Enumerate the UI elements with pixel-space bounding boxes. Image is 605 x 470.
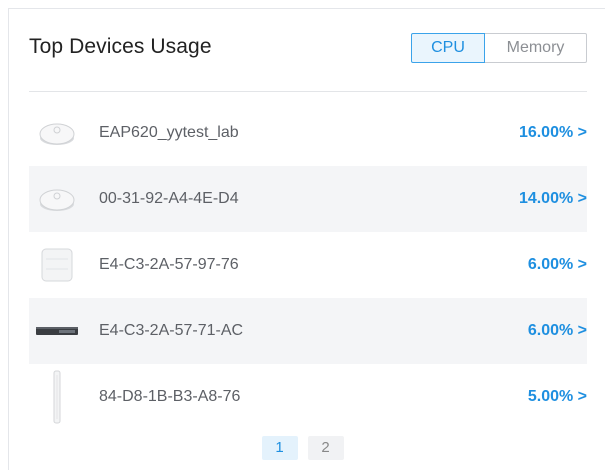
outdoor-ap-icon <box>33 370 81 424</box>
device-row[interactable]: E4-C3-2A-57-97-76 6.00% > <box>29 232 587 298</box>
usage-value[interactable]: 14.00% > <box>519 190 587 208</box>
usage-value[interactable]: 6.00% > <box>528 256 587 274</box>
square-ap-icon <box>33 241 81 289</box>
metric-toggle: CPU Memory <box>411 33 587 63</box>
usage-value[interactable]: 6.00% > <box>528 322 587 340</box>
page-button-1[interactable]: 1 <box>261 436 298 460</box>
card-header: Top Devices Usage CPU Memory <box>29 31 587 92</box>
card-title: Top Devices Usage <box>29 35 212 58</box>
device-row[interactable]: 00-31-92-A4-4E-D4 14.00% > <box>29 166 587 232</box>
usage-value[interactable]: 5.00% > <box>528 388 587 406</box>
device-name: E4-C3-2A-57-97-76 <box>99 256 239 273</box>
device-name: EAP620_yytest_lab <box>99 124 239 141</box>
device-name: E4-C3-2A-57-71-AC <box>99 322 244 339</box>
ceiling-ap-icon <box>33 109 81 157</box>
pagination: 1 2 <box>0 436 605 460</box>
cpu-tab-button[interactable]: CPU <box>411 33 485 63</box>
top-devices-card: Top Devices Usage CPU Memory EAP620_yyte… <box>8 8 605 470</box>
device-name: 84-D8-1B-B3-A8-76 <box>99 388 241 405</box>
page-button-2[interactable]: 2 <box>307 436 344 460</box>
device-row[interactable]: EAP620_yytest_lab 16.00% > <box>29 100 587 166</box>
usage-value[interactable]: 16.00% > <box>519 124 587 142</box>
device-row[interactable]: E4-C3-2A-57-71-AC 6.00% > <box>29 298 587 364</box>
device-name: 00-31-92-A4-4E-D4 <box>99 190 239 207</box>
ceiling-ap-icon <box>33 175 81 223</box>
device-list: EAP620_yytest_lab 16.00% > 00-31-92-A4-4… <box>29 100 587 430</box>
memory-tab-button[interactable]: Memory <box>485 33 587 63</box>
device-row[interactable]: 84-D8-1B-B3-A8-76 5.00% > <box>29 364 587 430</box>
switch-icon <box>33 307 81 355</box>
